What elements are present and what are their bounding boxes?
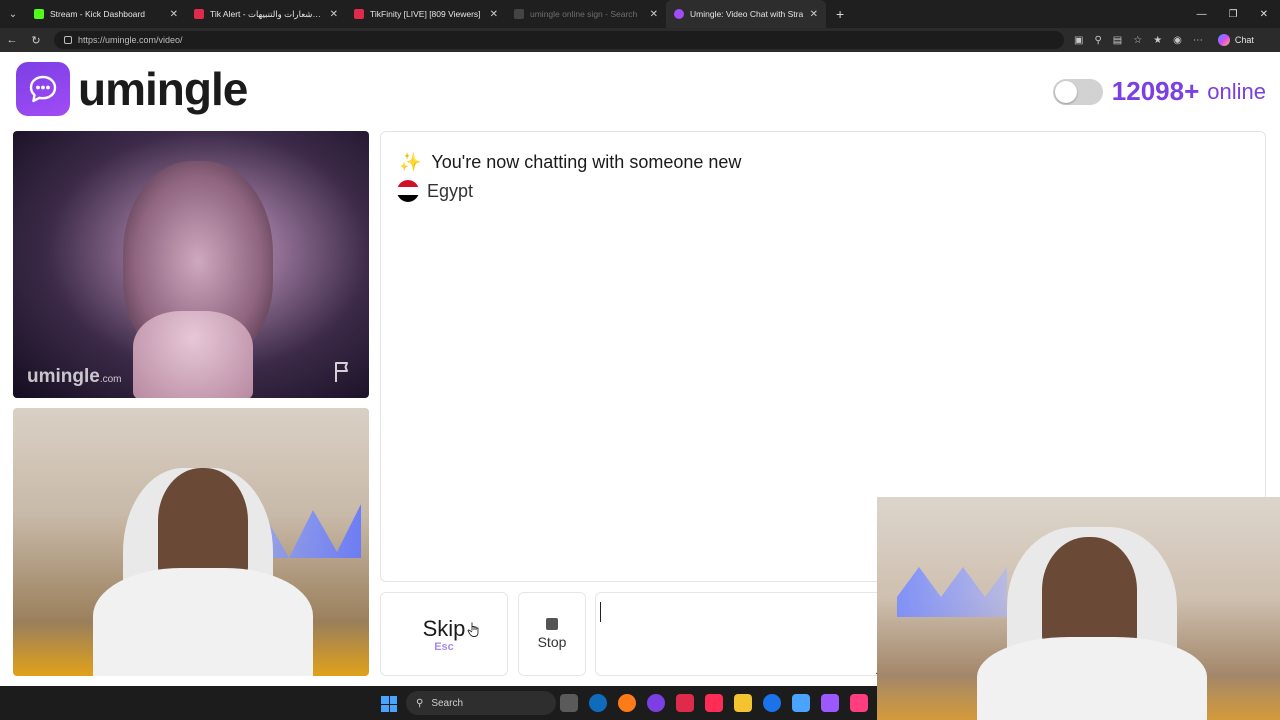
stop-label: Stop: [537, 634, 567, 650]
umingle-logo[interactable]: umingle: [16, 62, 248, 116]
umingle-watermark: umingle.com: [27, 366, 122, 388]
profile-icon[interactable]: ◉: [1173, 35, 1182, 46]
new-tab-button[interactable]: +: [836, 6, 844, 22]
tab-title: Umingle: Video Chat with Stra: [690, 9, 804, 19]
chat-label: Chat: [1234, 35, 1254, 45]
streamer-webcam-overlay: [877, 497, 1280, 720]
country-name: Egypt: [427, 180, 474, 201]
close-tab-icon[interactable]: ✕: [650, 9, 658, 20]
tik-alert-favicon-icon: [194, 9, 204, 19]
watermark-text: umingle: [27, 366, 100, 387]
taskbar-search-label: Search: [431, 697, 464, 709]
camera-icon[interactable]: ▣: [1074, 35, 1083, 46]
close-tab-icon[interactable]: ✕: [810, 9, 818, 20]
pinned-apps: [560, 694, 868, 712]
dark-mode-toggle[interactable]: [1052, 78, 1103, 105]
windows-taskbar: ⚲ Search: [0, 686, 877, 720]
stop-button[interactable]: Stop: [518, 592, 586, 676]
edge-icon[interactable]: [589, 694, 607, 712]
watermark-suffix: .com: [99, 374, 122, 385]
skip-label: Skip: [422, 615, 466, 641]
tab-title: TikFinity [LIVE] [809 Viewers]: [370, 9, 481, 19]
back-icon[interactable]: ←: [0, 34, 24, 46]
browser-address-bar: ← ↻ https://umingle.com/video/ ▣ ⚲ ▤ ☆ ★…: [0, 28, 1280, 52]
favorites-icon[interactable]: ★: [1153, 35, 1162, 46]
tab-title: umingle online sign - Search: [530, 9, 638, 19]
stranger-video: umingle.com: [13, 131, 369, 398]
tikfinity-favicon-icon: [354, 9, 364, 19]
store-icon[interactable]: [792, 694, 810, 712]
url-field[interactable]: https://umingle.com/video/: [54, 31, 1064, 49]
task-view-icon[interactable]: [560, 694, 578, 712]
windows-start-icon[interactable]: [381, 696, 397, 712]
favorite-star-icon[interactable]: ☆: [1133, 35, 1142, 46]
message-input[interactable]: [595, 592, 885, 676]
window-controls: — ❐ ✕: [1197, 9, 1280, 20]
egypt-flag-icon: [397, 180, 419, 202]
stranger-hand: [133, 311, 253, 398]
taskbar-search[interactable]: ⚲ Search: [406, 691, 556, 715]
sparkles-icon: ✨: [399, 152, 422, 172]
tab-umingle[interactable]: Umingle: Video Chat with Stra ✕: [666, 0, 826, 28]
report-flag-icon[interactable]: [331, 360, 355, 384]
umingle-favicon-icon: [674, 9, 684, 19]
kick-favicon-icon: [34, 9, 44, 19]
search-favicon-icon: [514, 9, 524, 19]
tab-search[interactable]: umingle online sign - Search ✕: [506, 0, 666, 28]
app-icon[interactable]: [676, 694, 694, 712]
screen: ⌄ Stream - Kick Dashboard ✕ Tik Alert - …: [0, 0, 1280, 720]
zoom-icon[interactable]: ⚲: [1094, 35, 1101, 46]
tab-kick-dashboard[interactable]: Stream - Kick Dashboard ✕: [26, 0, 186, 28]
wall-light-panels: [897, 567, 1007, 617]
streamer-head: [1042, 537, 1137, 647]
search-icon: ⚲: [416, 697, 424, 709]
text-cursor: [600, 602, 601, 622]
streamer-shirt: [977, 637, 1207, 720]
chat-status-text: You're now chatting with someone new: [431, 152, 742, 172]
stop-icon: [546, 618, 558, 630]
brand-name: umingle: [78, 63, 248, 115]
url-text: https://umingle.com/video/: [78, 35, 183, 45]
restore-icon[interactable]: ❐: [1229, 9, 1238, 20]
online-status: 12098+ online: [1052, 76, 1266, 107]
app-icon[interactable]: [850, 694, 868, 712]
online-label: online: [1207, 78, 1266, 104]
stranger-country: Egypt: [397, 180, 473, 202]
close-tab-icon[interactable]: ✕: [170, 9, 178, 20]
refresh-icon[interactable]: ↻: [24, 34, 48, 47]
copilot-app-icon[interactable]: [821, 694, 839, 712]
close-tab-icon[interactable]: ✕: [330, 9, 338, 20]
self-video: [13, 408, 369, 676]
tab-tikfinity[interactable]: TikFinity [LIVE] [809 Viewers] ✕: [346, 0, 506, 28]
tiktok-icon[interactable]: [705, 694, 723, 712]
address-bar-actions: ▣ ⚲ ▤ ☆ ★ ◉ ⋯ Chat: [1074, 34, 1254, 46]
chrome-icon[interactable]: [763, 694, 781, 712]
online-count: 12098+: [1111, 76, 1200, 106]
close-window-icon[interactable]: ✕: [1260, 9, 1268, 20]
minimize-icon[interactable]: —: [1197, 9, 1207, 20]
skip-shortcut: Esc: [434, 640, 454, 653]
hand-pointer-icon: [467, 622, 479, 637]
close-tab-icon[interactable]: ✕: [490, 9, 498, 20]
tab-title: Stream - Kick Dashboard: [50, 9, 145, 19]
chat-status-line: ✨ You're now chatting with someone new: [399, 152, 741, 173]
copilot-chat-button[interactable]: Chat: [1217, 34, 1254, 46]
streamer-head: [158, 468, 248, 578]
tab-actions-menu-icon[interactable]: ⌄: [0, 0, 26, 28]
chat-bubble-logo-icon: [16, 62, 70, 116]
browser-tab-bar: ⌄ Stream - Kick Dashboard ✕ Tik Alert - …: [0, 0, 1280, 28]
more-options-icon[interactable]: ⋯: [1193, 35, 1203, 46]
toggle-knob: [1054, 80, 1077, 103]
firefox-icon[interactable]: [618, 694, 636, 712]
streamer-shirt: [93, 568, 313, 676]
tab-title: Tik Alert - منصة الإشعارات والتنبيهات: [210, 8, 324, 19]
skip-button[interactable]: Skip Esc: [380, 592, 508, 676]
reader-icon[interactable]: ▤: [1113, 35, 1122, 46]
copilot-icon: [1217, 34, 1230, 46]
site-info-icon[interactable]: [64, 36, 72, 44]
obs-icon[interactable]: [647, 694, 665, 712]
file-explorer-icon[interactable]: [734, 694, 752, 712]
tab-tik-alert[interactable]: Tik Alert - منصة الإشعارات والتنبيهات ✕: [186, 0, 346, 28]
